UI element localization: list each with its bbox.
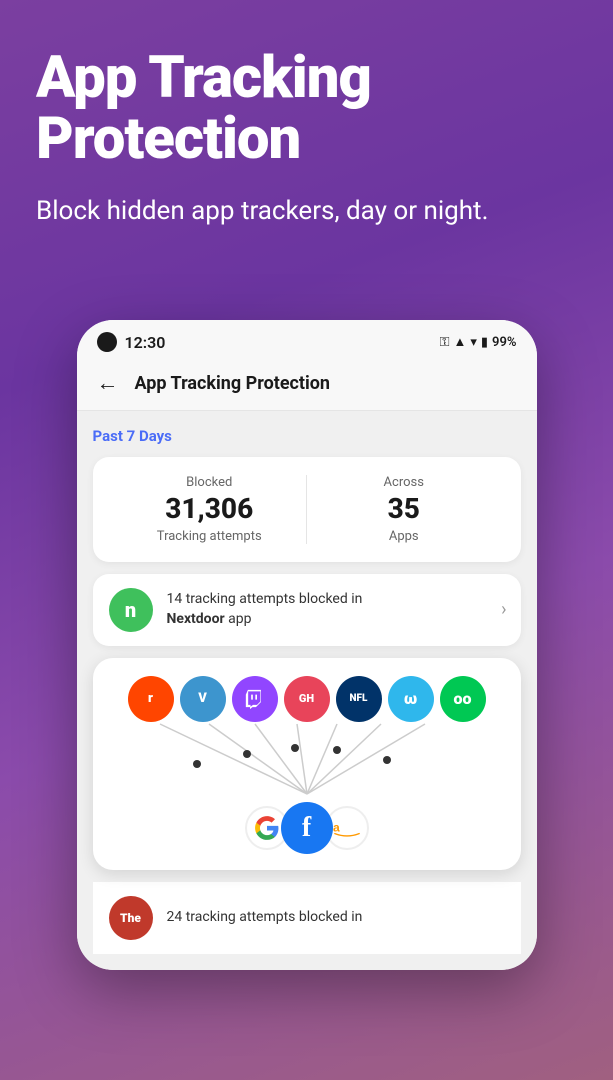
nav-title: App Tracking Protection — [135, 373, 331, 394]
blocked-label-bottom: Tracking attempts — [113, 529, 307, 544]
tracker-icons-row: r V GH NFL ω oo — [109, 676, 505, 722]
status-bar: 12:30 ⚿ ▲ ▾ ▮ 99% — [77, 320, 537, 360]
header-section: App Tracking Protection Block hidden app… — [0, 0, 613, 279]
nextdoor-app-row[interactable]: n 14 tracking attempts blocked inNextdoo… — [93, 574, 521, 646]
signal-icon: ▲ — [453, 334, 466, 350]
phone-mockup: 12:30 ⚿ ▲ ▾ ▮ 99% ← App Tracking Protect… — [77, 320, 537, 970]
gh-tracker-icon: GH — [284, 676, 330, 722]
nextdoor-text: 14 tracking attempts blocked inNextdoor … — [167, 590, 363, 629]
stats-card: Blocked 31,306 Tracking attempts Across … — [93, 457, 521, 562]
oo-tracker-icon: oo — [440, 676, 486, 722]
across-number: 35 — [307, 494, 501, 525]
blocked-stat: Blocked 31,306 Tracking attempts — [113, 475, 308, 544]
back-button[interactable]: ← — [97, 370, 119, 396]
tracker-popup: r V GH NFL ω oo — [93, 658, 521, 870]
twitch-tracker-icon — [232, 676, 278, 722]
status-right: ⚿ ▲ ▾ ▮ 99% — [440, 334, 517, 350]
wifi-icon: ▾ — [470, 335, 477, 350]
svg-text:a: a — [333, 821, 340, 835]
nav-bar: ← App Tracking Protection — [77, 360, 537, 411]
battery-percent: 99% — [492, 335, 516, 350]
venmo-tracker-icon: V — [180, 676, 226, 722]
wish-tracker-icon: ω — [388, 676, 434, 722]
facebook-target-icon: f — [281, 802, 333, 854]
main-title: App Tracking Protection — [36, 48, 577, 170]
reddit-tracker-icon: r — [128, 676, 174, 722]
across-label-top: Across — [307, 475, 501, 490]
status-time: 12:30 — [125, 333, 166, 352]
period-label: Past 7 Days — [93, 427, 521, 445]
bottom-app-row[interactable]: The 24 tracking attempts blocked in — [93, 882, 521, 954]
subtitle: Block hidden app trackers, day or night. — [36, 194, 577, 229]
blocked-number: 31,306 — [113, 494, 307, 525]
connection-lines — [137, 722, 477, 802]
nextdoor-icon: n — [109, 588, 153, 632]
key-icon: ⚿ — [440, 335, 450, 350]
across-stat: Across 35 Apps — [307, 475, 501, 544]
target-icons-combined: f a — [109, 802, 505, 854]
phone-content: Past 7 Days Blocked 31,306 Tracking atte… — [77, 411, 537, 970]
bottom-app-icon: The — [109, 896, 153, 940]
nfl-tracker-icon: NFL — [336, 676, 382, 722]
blocked-label-top: Blocked — [113, 475, 307, 490]
status-left: 12:30 — [97, 332, 166, 352]
chevron-right-icon: › — [501, 599, 506, 620]
battery-icon: ▮ — [481, 335, 488, 350]
across-label-bottom: Apps — [307, 529, 501, 544]
camera-dot — [97, 332, 117, 352]
bottom-app-text: 24 tracking attempts blocked in — [167, 908, 363, 928]
lines-area — [109, 722, 505, 802]
